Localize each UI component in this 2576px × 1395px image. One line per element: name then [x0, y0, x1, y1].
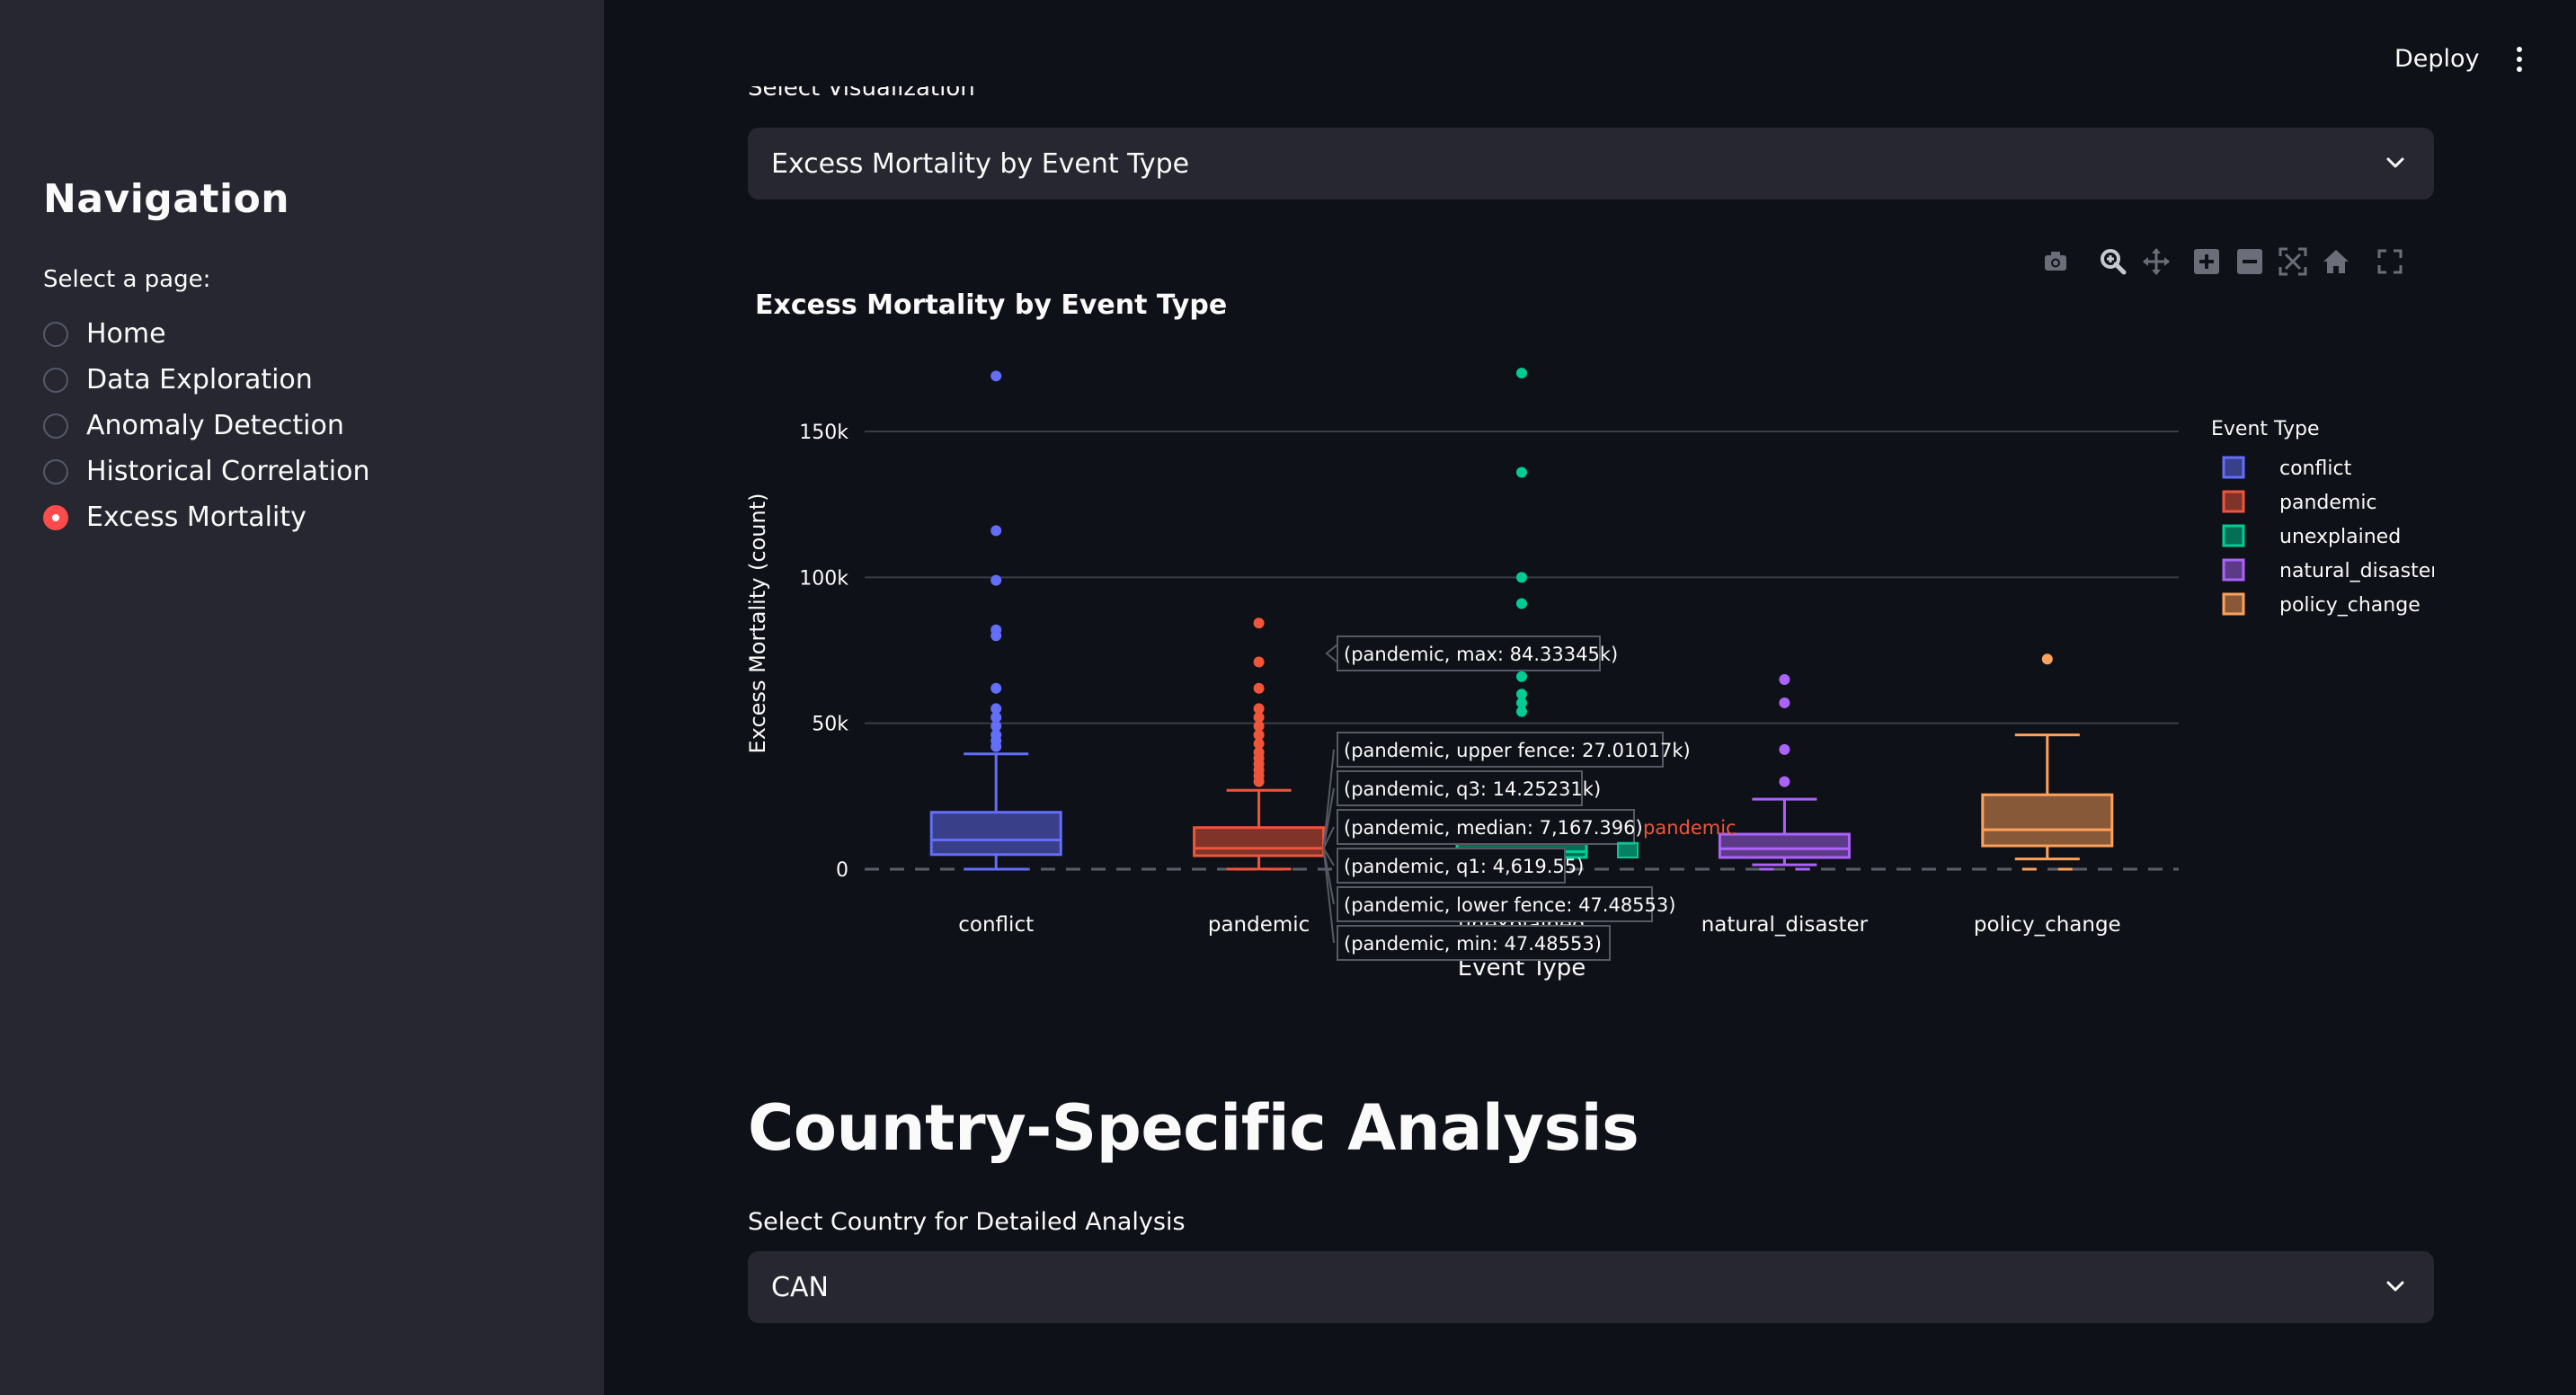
outlier-point	[1779, 743, 1790, 755]
radio-button[interactable]	[43, 413, 68, 439]
autoscale-icon[interactable]	[2278, 246, 2308, 277]
outlier-point	[1779, 776, 1790, 787]
box-policy_change	[1981, 793, 2114, 848]
legend-swatch	[2222, 490, 2245, 513]
visualization-select-value: Excess Mortality by Event Type	[771, 147, 1190, 180]
hover-tooltip-arrow	[1325, 644, 1338, 663]
chevron-down-icon	[2386, 157, 2404, 168]
sidebar-title: Navigation	[43, 176, 290, 222]
y-tick-label: 100k	[799, 567, 848, 590]
fullscreen-icon[interactable]	[2375, 246, 2405, 277]
hover-tooltip-text: (pandemic, q1: 4,619.55)	[1344, 856, 1584, 877]
box-pandemic	[1193, 826, 1326, 857]
legend-label: conflict	[2279, 458, 2352, 480]
outlier-point	[1516, 598, 1527, 609]
radio-item-data-exploration[interactable]: Data Exploration	[43, 357, 369, 403]
outlier-point	[1516, 368, 1527, 379]
hover-tooltip-text: (pandemic, upper fence: 27.01017k)	[1344, 740, 1691, 761]
section-heading: Country-Specific Analysis	[748, 1091, 1639, 1165]
reset-axes-icon[interactable]	[2321, 246, 2351, 277]
radio-label: Data Exploration	[86, 364, 313, 395]
y-tick-label: 150k	[799, 422, 848, 444]
hover-tooltip-text: (pandemic, lower fence: 47.48553)	[1344, 894, 1675, 916]
hover-trace-label: pandemic	[1643, 817, 1737, 839]
outlier-point	[1779, 697, 1790, 708]
y-tick-label: 50k	[812, 714, 848, 736]
box-unexplained-fragment	[1617, 841, 1639, 859]
radio-button[interactable]	[43, 367, 68, 393]
outlier-point	[990, 370, 1002, 382]
x-tick-label: pandemic	[1208, 913, 1310, 937]
box-conflict	[929, 811, 1062, 857]
pan-icon[interactable]	[2141, 246, 2172, 277]
page-select-label: Select a page:	[43, 266, 211, 293]
radio-label: Home	[86, 318, 166, 350]
outlier-point	[990, 741, 1002, 752]
outlier-point	[1253, 776, 1265, 787]
sidebar: Navigation Select a page: Home Data Expl…	[0, 0, 604, 1395]
hover-tooltip-text: (pandemic, q3: 14.25231k)	[1344, 778, 1601, 800]
outlier-point	[1779, 673, 1790, 685]
hover-tooltip-text: (pandemic, max: 84.33345k)	[1344, 644, 1618, 665]
legend-swatch	[2222, 558, 2245, 582]
legend-label: pandemic	[2279, 492, 2377, 514]
radio-item-home[interactable]: Home	[43, 311, 369, 357]
legend-label: natural_disaster	[2279, 560, 2434, 582]
deploy-button[interactable]: Deploy	[2394, 45, 2480, 73]
y-tick-label: 0	[836, 859, 848, 882]
radio-button-selected[interactable]	[43, 504, 68, 530]
radio-item-anomaly-detection[interactable]: Anomaly Detection	[43, 403, 369, 449]
zoom-out-icon[interactable]	[2234, 246, 2265, 277]
outlier-point	[1516, 706, 1527, 717]
legend-swatch	[2222, 456, 2245, 479]
box-plot-chart[interactable]: 0 50k 100k 150k Excess Mortality (count) Even…	[748, 280, 2434, 1000]
hover-tooltip-text: (pandemic, min: 47.48553)	[1344, 933, 1602, 955]
outlier-point	[990, 630, 1002, 642]
page-radio-group: Home Data Exploration Anomaly Detection …	[43, 311, 369, 540]
hover-tooltip-text: (pandemic, median: 7,167.396)	[1344, 817, 1643, 839]
zoom-in-icon[interactable]	[2191, 246, 2222, 277]
box-natural_disaster	[1718, 832, 1851, 859]
country-select-value: CAN	[771, 1271, 829, 1303]
legend-swatch	[2222, 524, 2245, 547]
radio-item-historical-correlation[interactable]: Historical Correlation	[43, 449, 369, 494]
outlier-point	[1516, 671, 1527, 682]
x-tick-label: natural_disaster	[1701, 913, 1869, 937]
country-select[interactable]: CAN	[748, 1251, 2434, 1323]
outlier-point	[990, 574, 1002, 586]
x-tick-label: policy_change	[1974, 913, 2121, 937]
outlier-point	[990, 682, 1002, 694]
radio-item-excess-mortality[interactable]: Excess Mortality	[43, 494, 369, 540]
outlier-point	[2041, 653, 2053, 665]
radio-label: Historical Correlation	[86, 456, 370, 487]
radio-label: Anomaly Detection	[86, 410, 344, 441]
outlier-point	[1253, 682, 1265, 694]
outlier-point	[1516, 572, 1527, 583]
legend-label: policy_change	[2279, 594, 2421, 617]
radio-button[interactable]	[43, 458, 68, 484]
camera-icon[interactable]	[2040, 246, 2071, 277]
outlier-point	[990, 525, 1002, 537]
radio-button[interactable]	[43, 321, 68, 347]
y-axis-title: Excess Mortality (count)	[748, 493, 770, 754]
visualization-select[interactable]: Excess Mortality by Event Type	[748, 128, 2434, 200]
kebab-menu-icon[interactable]	[2513, 47, 2526, 74]
radio-label: Excess Mortality	[86, 502, 306, 533]
legend-swatch	[2222, 592, 2245, 616]
outlier-point	[1516, 466, 1527, 478]
legend-label: unexplained	[2279, 526, 2401, 548]
x-tick-label: conflict	[958, 913, 1034, 937]
chevron-down-icon	[2386, 1281, 2404, 1292]
visualization-select-label: Select Visualization	[748, 86, 975, 102]
zoom-icon[interactable]	[2098, 246, 2128, 277]
outlier-point	[1253, 656, 1265, 668]
country-select-label: Select Country for Detailed Analysis	[748, 1208, 1186, 1236]
outlier-point	[1253, 618, 1265, 629]
legend-title: Event Type	[2211, 418, 2320, 440]
